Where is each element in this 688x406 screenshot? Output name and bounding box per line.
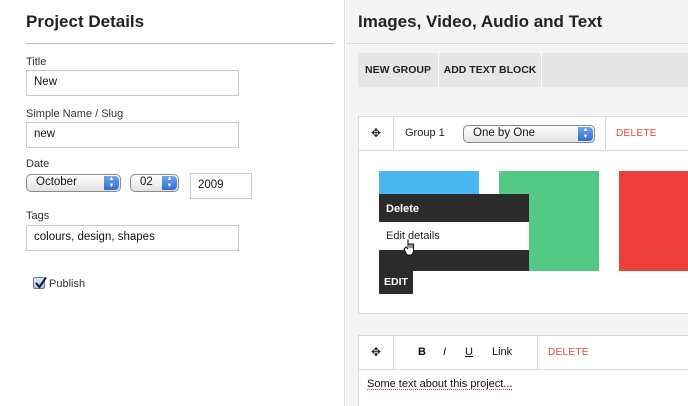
group-header: ✥ Group 1 One by One ▲ ▼ DELETE <box>359 117 688 151</box>
project-details-title: Project Details <box>26 12 144 32</box>
group-layout-value: One by One <box>473 127 535 139</box>
text-block-content[interactable]: Some text about this project... <box>367 378 513 390</box>
publish-checkbox[interactable] <box>33 277 45 289</box>
tile-menu-footer <box>379 250 529 271</box>
select-arrows-icon: ▲ ▼ <box>162 176 177 190</box>
text-block-toolbar: ✥ B I U Link DELETE <box>359 336 688 370</box>
header-separator <box>393 117 394 151</box>
header-separator <box>605 117 606 151</box>
media-panel: Images, Video, Audio and Text NEW GROUP … <box>346 0 688 406</box>
month-value: October <box>36 176 77 188</box>
checkmark-icon <box>34 276 48 290</box>
link-button[interactable]: Link <box>492 346 512 358</box>
tile-edit-button[interactable]: EDIT <box>379 271 413 294</box>
italic-button[interactable]: I <box>443 346 446 358</box>
underline-button[interactable]: U <box>465 346 473 358</box>
title-input[interactable]: New <box>26 70 239 96</box>
select-arrows-icon: ▲ ▼ <box>578 127 593 141</box>
toolbar-separator <box>541 53 542 87</box>
move-handle-icon[interactable]: ✥ <box>371 345 381 359</box>
date-label: Date <box>26 158 49 170</box>
media-title: Images, Video, Audio and Text <box>358 12 602 32</box>
select-arrows-icon: ▲ ▼ <box>104 176 119 190</box>
tile-edit-details-menu-item[interactable]: Edit details <box>379 222 529 250</box>
tags-label: Tags <box>26 210 49 222</box>
header-separator <box>393 336 394 370</box>
tile-delete-menu-item[interactable]: Delete <box>379 194 529 222</box>
group-name[interactable]: Group 1 <box>405 127 445 139</box>
year-input[interactable]: 2009 <box>190 173 252 199</box>
text-block: ✥ B I U Link DELETE Some text about this… <box>358 335 688 406</box>
slug-input[interactable]: new <box>26 122 239 148</box>
group-delete-link[interactable]: DELETE <box>616 128 657 139</box>
slug-label: Simple Name / Slug <box>26 108 123 120</box>
move-handle-icon[interactable]: ✥ <box>371 126 381 140</box>
tags-input[interactable]: colours, design, shapes <box>26 225 239 251</box>
text-block-delete-link[interactable]: DELETE <box>548 347 589 358</box>
new-group-button[interactable]: NEW GROUP <box>358 53 438 87</box>
bold-button[interactable]: B <box>418 346 426 358</box>
title-label: Title <box>26 56 46 68</box>
header-separator <box>537 336 538 370</box>
day-select[interactable]: 02 ▲ ▼ <box>130 174 179 192</box>
group-layout-select[interactable]: One by One ▲ ▼ <box>463 125 595 143</box>
hand-cursor-icon <box>403 238 417 256</box>
month-select[interactable]: October ▲ ▼ <box>26 174 121 192</box>
media-group: ✥ Group 1 One by One ▲ ▼ DELETE Delete Ed… <box>358 116 688 314</box>
media-tile[interactable] <box>619 171 688 271</box>
add-text-block-button[interactable]: ADD TEXT BLOCK <box>439 53 541 87</box>
day-value: 02 <box>140 176 153 188</box>
divider <box>26 43 334 44</box>
media-toolbar: NEW GROUP ADD TEXT BLOCK <box>358 53 688 87</box>
divider <box>346 43 688 44</box>
publish-label: Publish <box>49 278 85 290</box>
project-details-panel: Project Details Title New Simple Name / … <box>0 0 345 406</box>
